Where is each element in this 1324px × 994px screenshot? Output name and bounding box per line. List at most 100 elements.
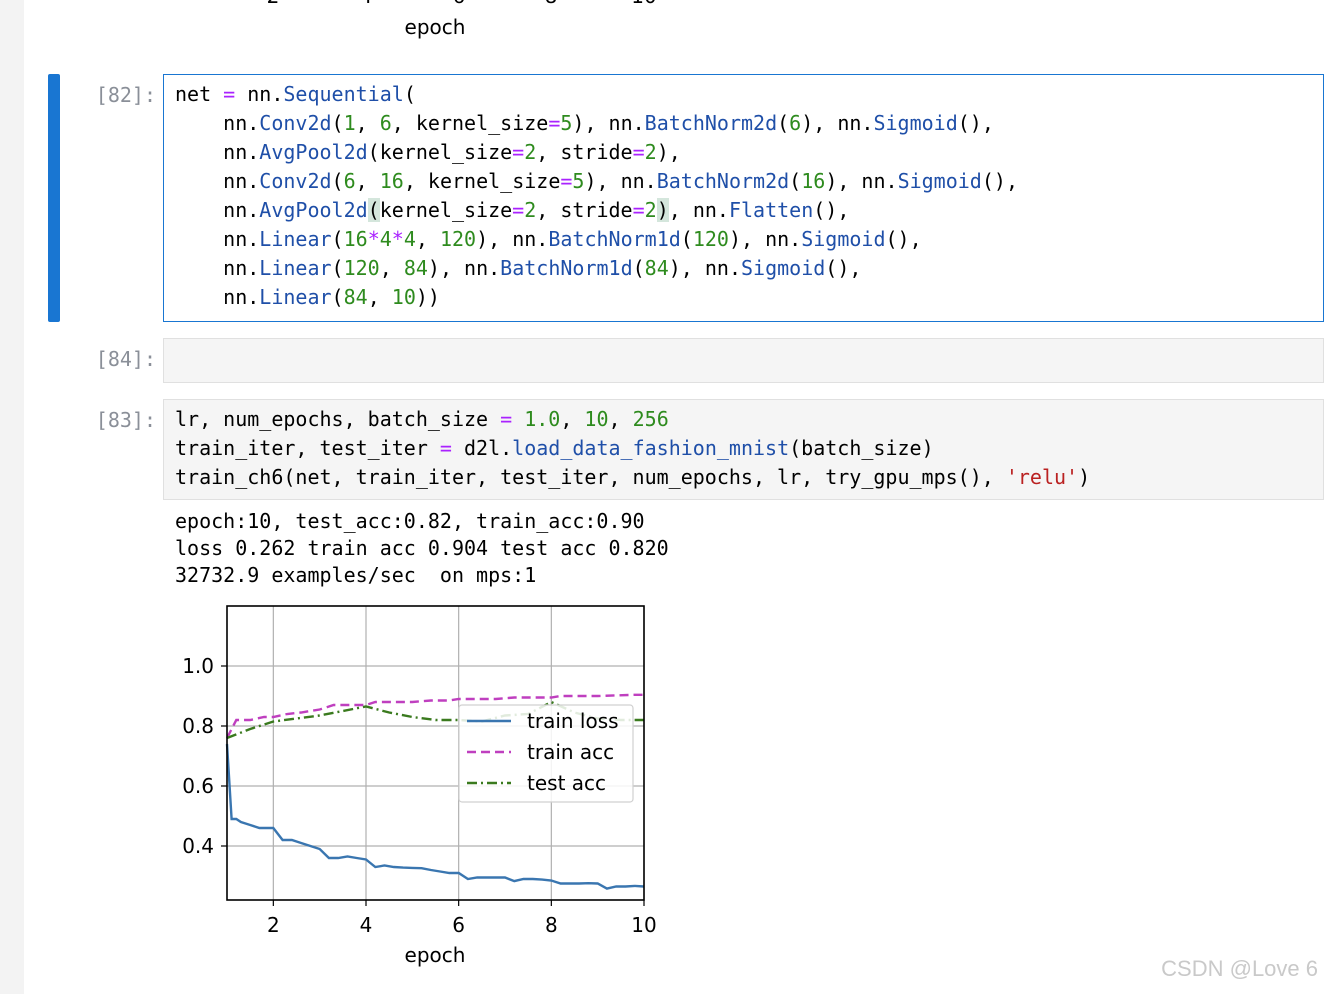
code-token: 6 (343, 169, 356, 193)
code-token: nn. (175, 140, 260, 164)
code-token: BatchNorm1d (500, 256, 633, 280)
code-token: (), (957, 111, 994, 135)
code-token: (), (825, 256, 862, 280)
code-token: ), nn. (728, 227, 802, 251)
code-token: = (632, 140, 645, 164)
code-token: ( (777, 111, 790, 135)
code-token: 256 (632, 407, 669, 431)
cell-prompt-84: [84]: (95, 347, 156, 371)
code-token: 16 (343, 227, 368, 251)
code-line: net = nn.Sequential( (175, 80, 1018, 109)
code-line: nn.Linear(120, 84), nn.BatchNorm1d(84), … (175, 254, 1018, 283)
code-token: ) (1078, 465, 1091, 489)
code-token: AvgPool2d (259, 198, 368, 222)
code-token: = (500, 407, 513, 431)
code-token: ), nn. (668, 256, 741, 280)
code-token: 1 (343, 111, 356, 135)
code-token: , stride (536, 140, 633, 164)
code-token: , kernel_size (403, 169, 561, 193)
previous-chart-xlabel: epoch (405, 15, 466, 39)
code-token: 120 (692, 227, 729, 251)
code-token: 84 (403, 256, 428, 280)
code-token: Conv2d (259, 169, 332, 193)
code-token: (), (885, 227, 922, 251)
code-token: (), (813, 198, 850, 222)
code-token: nn. (175, 198, 260, 222)
code-token: = (439, 436, 452, 460)
code-token: , (560, 407, 585, 431)
code-line: nn.Linear(16*4*4, 120), nn.BatchNorm1d(1… (175, 225, 1018, 254)
cell-prompt-82: [82]: (95, 83, 156, 107)
code-line: nn.AvgPool2d(kernel_size=2, stride=2), n… (175, 196, 1018, 225)
code-token: 120 (343, 256, 380, 280)
code-token: 6 (379, 111, 392, 135)
code-line: train_iter, test_iter = d2l.load_data_fa… (175, 434, 1090, 463)
code-token: = (512, 140, 525, 164)
code-token: 5 (560, 111, 573, 135)
code-token: Sigmoid (897, 169, 982, 193)
watermark: CSDN @Love 6 (1161, 956, 1318, 981)
code-token: Sigmoid (873, 111, 958, 135)
code-token: * (367, 227, 380, 251)
code-token: ), nn. (584, 169, 657, 193)
code-editor-83[interactable]: lr, num_epochs, batch_size = 1.0, 10, 25… (175, 405, 1090, 492)
code-token: Sigmoid (741, 256, 826, 280)
code-token: Flatten (728, 198, 814, 222)
code-line: train_ch6(net, train_iter, test_iter, nu… (175, 463, 1090, 492)
code-token: 'relu' (1005, 465, 1079, 489)
code-token: ), nn. (427, 256, 501, 280)
code-token: 2 (524, 140, 537, 164)
code-token: , kernel_size (391, 111, 549, 135)
code-token: , nn. (668, 198, 729, 222)
code-token: ), (656, 140, 681, 164)
code-token: nn. (175, 111, 260, 135)
code-token: (kernel_size (367, 140, 513, 164)
code-token: ), nn. (801, 111, 874, 135)
code-token: 6 (789, 111, 802, 135)
code-token: , stride (536, 198, 633, 222)
code-token: 10 (584, 407, 609, 431)
code-token: ( (680, 227, 693, 251)
code-token: 4 (403, 227, 416, 251)
previous-chart-tick-label: 4 (360, 0, 373, 8)
code-token: 4 (379, 227, 392, 251)
code-token: 16 (379, 169, 404, 193)
output-line: loss 0.262 train acc 0.904 test acc 0.82… (175, 536, 669, 560)
code-token: = (548, 111, 561, 135)
code-token: 10 (391, 285, 416, 309)
code-token: , (355, 169, 380, 193)
code-token: ( (789, 169, 802, 193)
code-token: d2l. (451, 436, 513, 460)
code-token: ), nn. (476, 227, 549, 251)
code-token: 1.0 (524, 407, 561, 431)
code-token: 2 (644, 140, 657, 164)
code-token: Linear (259, 256, 332, 280)
code-token: (), (981, 169, 1018, 193)
code-token: ), nn. (825, 169, 898, 193)
code-line: nn.Conv2d(1, 6, kernel_size=5), nn.Batch… (175, 109, 1018, 138)
code-token: , (367, 285, 392, 309)
previous-chart-tick-label: 2 (267, 0, 280, 8)
code-cell-84[interactable] (163, 338, 1324, 383)
code-token: = (560, 169, 573, 193)
previous-chart-tick-label: 8 (545, 0, 558, 8)
code-token: nn. (175, 285, 260, 309)
code-token: ( (331, 111, 344, 135)
code-token: 2 (644, 198, 657, 222)
code-token: nn. (175, 227, 260, 251)
code-line: nn.Conv2d(6, 16, kernel_size=5), nn.Batc… (175, 167, 1018, 196)
code-token: = (512, 198, 525, 222)
code-token: * (391, 227, 404, 251)
code-token: nn. (175, 169, 260, 193)
code-editor-82[interactable]: net = nn.Sequential( nn.Conv2d(1, 6, ker… (175, 80, 1018, 312)
code-token: ( (367, 198, 380, 222)
code-token: 120 (439, 227, 477, 251)
code-token: Linear (259, 285, 332, 309)
code-token: BatchNorm1d (548, 227, 681, 251)
code-token: ( (331, 285, 344, 309)
code-token: train_ch6(net, train_iter, test_iter, nu… (175, 465, 1006, 489)
code-token: (batch_size) (789, 436, 934, 460)
code-token: , (379, 256, 404, 280)
code-token: , (355, 111, 380, 135)
code-token: ), nn. (572, 111, 645, 135)
